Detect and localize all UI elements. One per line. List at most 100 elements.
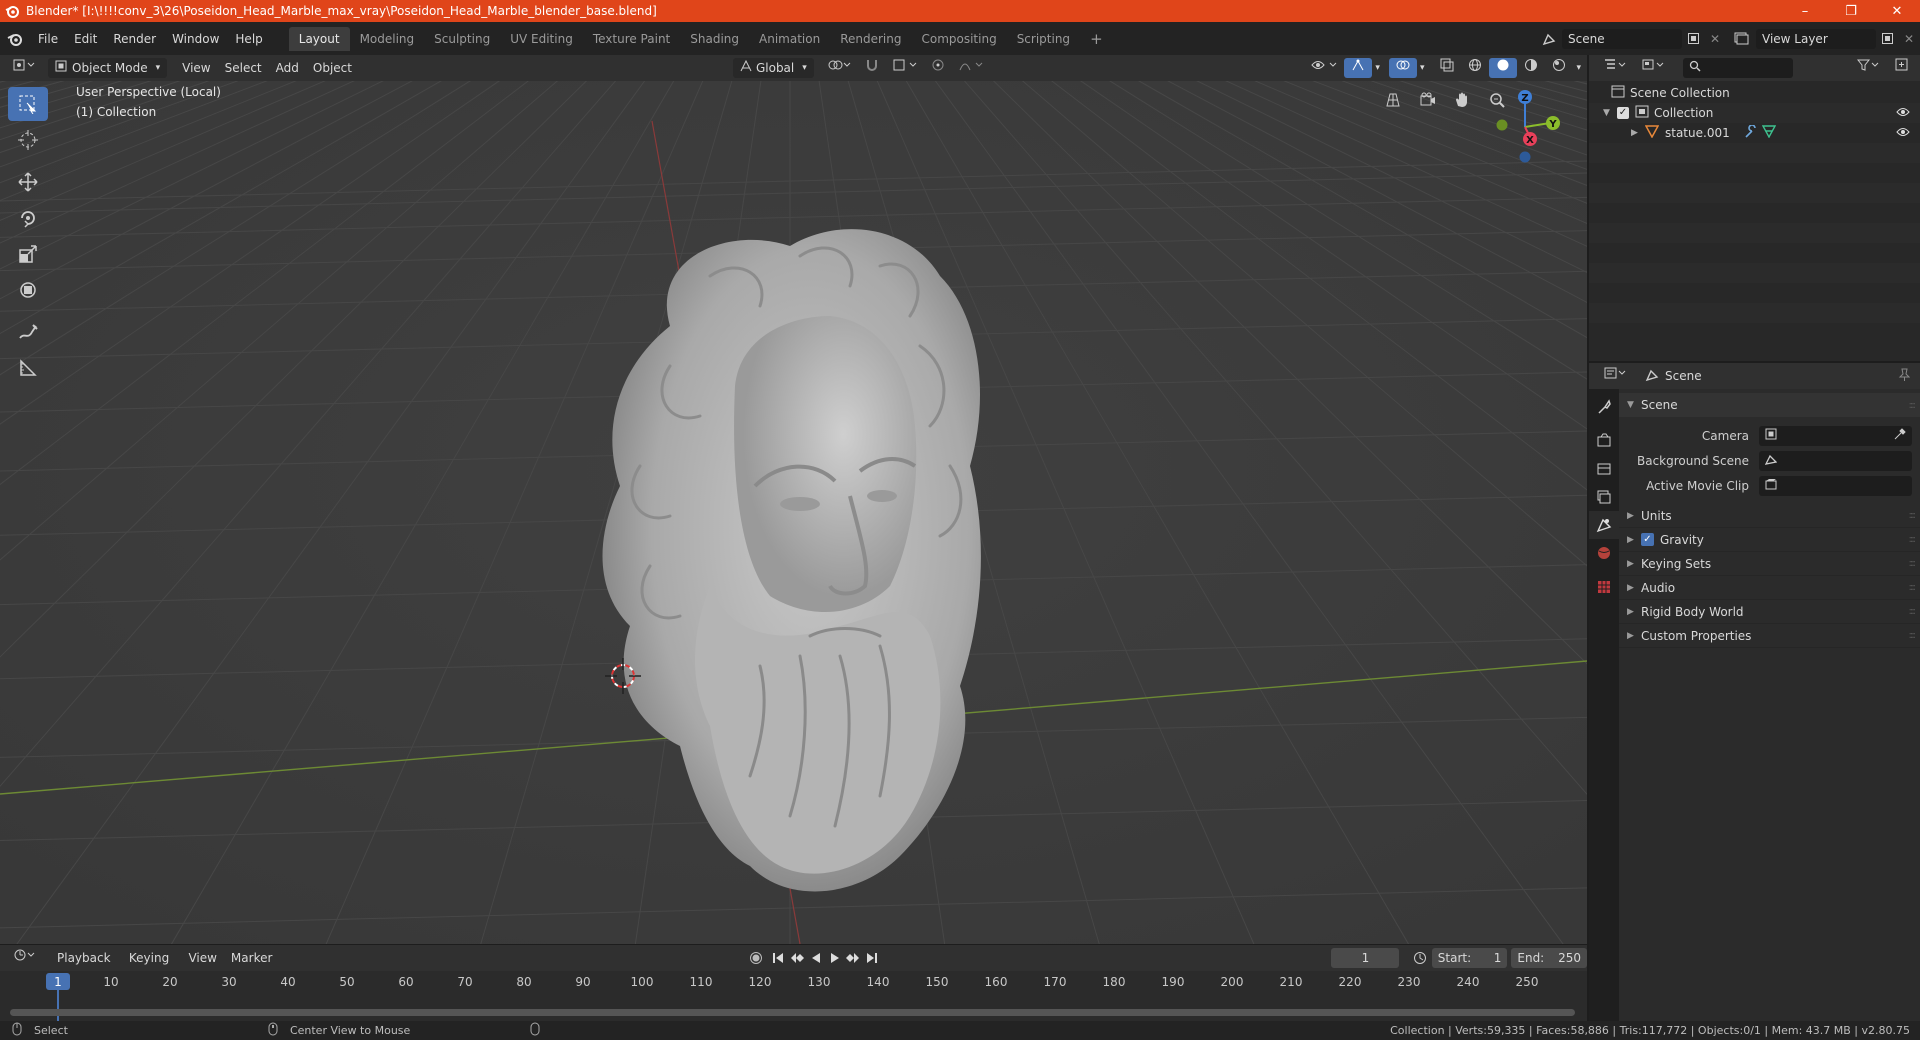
tab-texture-paint[interactable]: Texture Paint: [583, 27, 680, 51]
scene-selector-icon[interactable]: [1536, 32, 1562, 46]
visibility-selectability-icon[interactable]: [1304, 58, 1344, 78]
view-layer-field[interactable]: View Layer: [1756, 28, 1876, 49]
drag-grip-icon[interactable]: ::::: [1909, 400, 1917, 411]
new-scene-icon[interactable]: [1682, 32, 1704, 45]
view-layer-icon[interactable]: [1726, 32, 1756, 45]
display-mode-icon[interactable]: [1635, 58, 1673, 78]
exclude-checkbox[interactable]: ✓: [1617, 107, 1629, 119]
move-tool[interactable]: [8, 165, 48, 199]
output-properties-tab[interactable]: [1589, 455, 1619, 483]
jump-to-end-icon[interactable]: [863, 951, 882, 965]
disclosure-triangle-icon[interactable]: ▶: [1631, 128, 1645, 138]
active-movie-clip-field[interactable]: [1759, 475, 1912, 496]
background-scene-field[interactable]: [1759, 450, 1912, 471]
jump-to-start-icon[interactable]: [769, 951, 788, 965]
outliner[interactable]: Scene Collection ▼ ✓ Collection ▶ statue…: [1589, 81, 1920, 361]
toggle-perspective-icon[interactable]: [1380, 87, 1406, 113]
filter-icon[interactable]: [1850, 58, 1888, 78]
tab-compositing[interactable]: Compositing: [911, 27, 1006, 51]
menu-playback[interactable]: Playback ▾: [50, 948, 122, 985]
play-reverse-icon[interactable]: [807, 951, 826, 965]
camera-field[interactable]: [1759, 425, 1912, 446]
record-icon[interactable]: [746, 951, 765, 965]
maximize-button[interactable]: ❐: [1828, 0, 1874, 22]
snap-icon[interactable]: [858, 58, 886, 78]
menu-select[interactable]: Select: [218, 58, 269, 78]
xray-toggle-icon[interactable]: [1433, 58, 1461, 78]
tab-rendering[interactable]: Rendering: [830, 27, 911, 51]
select-box-tool[interactable]: [8, 87, 48, 121]
play-icon[interactable]: [825, 951, 844, 965]
menu-timeline-view[interactable]: View: [181, 948, 223, 968]
close-window-button[interactable]: ✕: [1874, 0, 1920, 22]
wireframe-shading-icon[interactable]: [1461, 58, 1489, 78]
outliner-row-statue[interactable]: ▶ statue.001: [1589, 123, 1920, 143]
annotate-tool[interactable]: [8, 315, 48, 349]
chevron-down-icon[interactable]: ▾: [1372, 58, 1383, 78]
scale-tool[interactable]: [8, 237, 48, 271]
end-frame-field[interactable]: End: 250: [1511, 948, 1587, 968]
timeline-area[interactable]: 1 10 20 30 40 50 60 70 80 90 100 110 120 130 140 150 160…: [0, 971, 1587, 1021]
tab-animation[interactable]: Animation: [749, 27, 830, 51]
render-properties-tab[interactable]: [1589, 427, 1619, 455]
menu-window[interactable]: Window: [164, 27, 227, 51]
custom-properties-panel[interactable]: ▶ Custom Properties ::::: [1619, 624, 1920, 648]
start-frame-field[interactable]: Start: 1: [1431, 948, 1508, 968]
pivot-point-icon[interactable]: [820, 58, 858, 78]
snap-target-icon[interactable]: [886, 58, 924, 78]
outliner-editor-type-icon[interactable]: [1597, 58, 1635, 78]
add-workspace-button[interactable]: +: [1080, 27, 1113, 51]
outliner-row-scene-collection[interactable]: Scene Collection: [1589, 83, 1920, 103]
menu-object[interactable]: Object: [306, 58, 359, 78]
navigation-gizmo[interactable]: Z Y X: [1480, 87, 1576, 167]
menu-view[interactable]: View: [175, 58, 217, 78]
pin-icon[interactable]: [1898, 368, 1911, 385]
jump-to-keyframe-next-icon[interactable]: [844, 951, 863, 965]
disclosure-triangle-icon[interactable]: ▼: [1603, 108, 1617, 118]
drag-grip-icon[interactable]: ::::: [1909, 534, 1917, 545]
proportional-editing-icon[interactable]: [924, 58, 952, 78]
mode-dropdown[interactable]: Object Mode ▾: [48, 58, 168, 78]
eye-icon[interactable]: [1896, 106, 1910, 120]
gravity-checkbox[interactable]: ✓: [1641, 533, 1654, 546]
statue-head-model[interactable]: [560, 166, 1030, 944]
3d-viewport[interactable]: User Perspective (Local) (1) Collection: [0, 81, 1587, 944]
view-layer-properties-tab[interactable]: [1589, 483, 1619, 511]
menu-render[interactable]: Render: [105, 27, 164, 51]
world-properties-tab[interactable]: [1589, 539, 1619, 567]
transform-orientation-dropdown[interactable]: Global ▾: [732, 58, 814, 78]
material-shading-icon[interactable]: [1517, 58, 1545, 78]
overlays-toggle-icon[interactable]: [1388, 58, 1417, 78]
rigid-body-world-panel[interactable]: ▶ Rigid Body World ::::: [1619, 600, 1920, 624]
eyedropper-icon[interactable]: [1894, 428, 1906, 443]
delete-scene-icon[interactable]: ✕: [1704, 32, 1726, 46]
drag-grip-icon[interactable]: ::::: [1909, 558, 1917, 569]
gizmo-toggle-icon[interactable]: [1344, 58, 1373, 78]
units-panel[interactable]: ▶ Units ::::: [1619, 504, 1920, 528]
menu-edit[interactable]: Edit: [66, 27, 105, 51]
tab-uv-editing[interactable]: UV Editing: [500, 27, 583, 51]
drag-grip-icon[interactable]: ::::: [1909, 630, 1917, 641]
tab-shading[interactable]: Shading: [680, 27, 749, 51]
editor-type-icon[interactable]: [6, 58, 42, 78]
solid-shading-icon[interactable]: [1489, 58, 1518, 78]
cursor-tool[interactable]: [8, 123, 48, 157]
menu-marker[interactable]: Marker: [224, 948, 279, 968]
properties-editor-type-icon[interactable]: [1597, 366, 1635, 386]
timeline-editor-type-icon[interactable]: [6, 948, 44, 968]
measure-tool[interactable]: [8, 351, 48, 385]
menu-help[interactable]: Help: [227, 27, 270, 51]
tab-sculpting[interactable]: Sculpting: [424, 27, 500, 51]
eye-icon[interactable]: [1896, 126, 1910, 140]
chevron-down-icon[interactable]: ▾: [1573, 58, 1587, 78]
outliner-row-collection[interactable]: ▼ ✓ Collection: [1589, 103, 1920, 123]
falloff-icon[interactable]: [952, 58, 990, 78]
camera-view-icon[interactable]: [1415, 87, 1441, 113]
pan-view-hand-icon[interactable]: [1449, 87, 1475, 113]
menu-file[interactable]: File: [30, 27, 66, 51]
preview-range-clock-icon[interactable]: [1407, 951, 1431, 965]
new-collection-icon[interactable]: [1888, 58, 1916, 78]
tab-scripting[interactable]: Scripting: [1007, 27, 1080, 51]
new-view-layer-icon[interactable]: [1876, 32, 1898, 45]
rotate-tool[interactable]: [8, 201, 48, 235]
